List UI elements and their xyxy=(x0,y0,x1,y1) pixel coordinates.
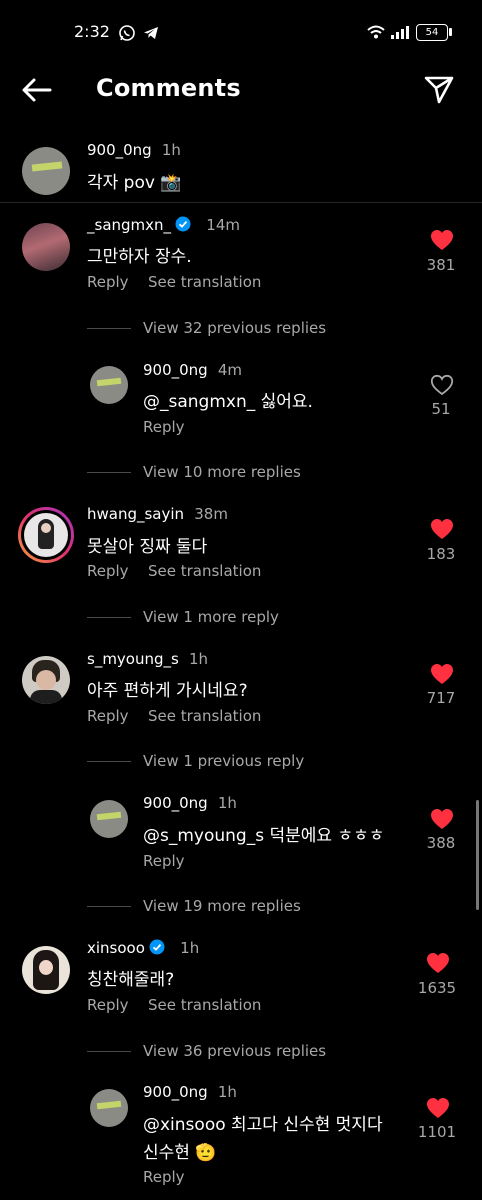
reply-header: 900_0ng 1h xyxy=(143,793,237,812)
battery-tip xyxy=(449,28,452,36)
comment-username[interactable]: hwang_sayin xyxy=(87,505,184,523)
avatar-sticker xyxy=(96,1100,122,1110)
like-count: 183 xyxy=(426,545,456,563)
avatar-sticker xyxy=(96,811,122,821)
reply-avatar[interactable] xyxy=(90,1089,128,1127)
reply-time: 4m xyxy=(217,361,243,379)
reply-time: 1h xyxy=(217,794,237,812)
view-previous-replies[interactable]: View 1 previous reply xyxy=(143,752,304,770)
reply-button[interactable]: Reply xyxy=(87,996,129,1014)
reply-text-line2: 신수현 🫡 xyxy=(143,1143,217,1163)
like-count: 51 xyxy=(431,400,451,418)
comment-avatar xyxy=(24,513,68,557)
wifi-icon xyxy=(367,25,385,39)
avatar-sticker xyxy=(31,161,63,172)
telegram-icon xyxy=(144,27,158,39)
comment-avatar-story-ring[interactable] xyxy=(18,507,74,563)
view-more-replies[interactable]: View 1 more reply xyxy=(143,608,279,626)
see-translation-button[interactable]: See translation xyxy=(148,562,261,580)
view-more-replies[interactable]: View 10 more replies xyxy=(143,463,301,481)
send-icon[interactable] xyxy=(422,72,456,106)
reply-button[interactable]: Reply xyxy=(87,562,129,580)
caption-header: 900_0ng 1h xyxy=(87,140,181,159)
reply-avatar[interactable] xyxy=(90,800,128,838)
heart-outline-icon[interactable] xyxy=(430,374,454,396)
comment-avatar[interactable] xyxy=(22,656,70,704)
caption-text: 각자 pov 📸 xyxy=(87,173,182,193)
like-count: 388 xyxy=(426,834,456,852)
reply-header: 900_0ng 4m xyxy=(143,360,242,379)
whatsapp-icon xyxy=(119,25,135,41)
see-translation-button[interactable]: See translation xyxy=(148,707,261,725)
heart-filled-icon[interactable] xyxy=(426,952,450,974)
heart-filled-icon[interactable] xyxy=(430,229,454,251)
comment-text: 칭찬해줄래? xyxy=(87,970,175,990)
see-translation-button[interactable]: See translation xyxy=(148,273,261,291)
reply-text-line1: @xinsooo 최고다 신수현 멋지다 xyxy=(143,1115,383,1135)
reply-button[interactable]: Reply xyxy=(87,707,129,725)
scrollbar[interactable] xyxy=(476,800,479,910)
reply-button[interactable]: Reply xyxy=(87,273,129,291)
caption-avatar[interactable] xyxy=(22,147,70,195)
verified-badge-icon xyxy=(149,939,165,955)
comment-avatar[interactable] xyxy=(22,946,70,994)
view-line xyxy=(87,906,131,907)
comment-time: 38m xyxy=(194,505,228,523)
verified-badge-icon xyxy=(175,216,191,232)
reply-button[interactable]: Reply xyxy=(143,852,185,870)
caption-username[interactable]: 900_0ng xyxy=(87,141,152,159)
like-count: 381 xyxy=(426,256,456,274)
battery-level: 54 xyxy=(425,27,439,38)
comment-time: 1h xyxy=(180,939,200,957)
comment-time: 14m xyxy=(206,216,240,234)
reply-header: 900_0ng 1h xyxy=(143,1082,237,1101)
status-time: 2:32 xyxy=(74,22,110,41)
reply-username[interactable]: 900_0ng xyxy=(143,794,208,812)
avatar-sticker xyxy=(96,377,122,387)
comment-username[interactable]: s_myoung_s xyxy=(87,650,179,668)
reply-button[interactable]: Reply xyxy=(143,418,185,436)
view-line xyxy=(87,617,131,618)
view-line xyxy=(87,1051,131,1052)
caption-time: 1h xyxy=(161,141,181,159)
comment-username[interactable]: _sangmxn_ xyxy=(87,216,171,234)
reply-button[interactable]: Reply xyxy=(143,1168,185,1186)
comment-time: 1h xyxy=(189,650,209,668)
comment-text: 아주 편하게 가시네요? xyxy=(87,681,248,701)
battery-icon: 54 xyxy=(416,24,448,41)
reply-username[interactable]: 900_0ng xyxy=(143,361,208,379)
comment-header: _sangmxn_ 14m xyxy=(87,215,240,234)
heart-filled-icon[interactable] xyxy=(430,663,454,685)
see-translation-button[interactable]: See translation xyxy=(148,996,261,1014)
view-previous-replies[interactable]: View 32 previous replies xyxy=(143,319,326,337)
view-line xyxy=(87,328,131,329)
comment-username[interactable]: xinsooo xyxy=(87,939,145,957)
view-line xyxy=(87,472,131,473)
signal-icon xyxy=(391,26,409,39)
caption-divider xyxy=(0,202,482,203)
like-count: 1635 xyxy=(417,979,457,997)
comment-header: hwang_sayin 38m xyxy=(87,504,228,523)
reply-text: @s_myoung_s 덕분에요 ㅎㅎㅎ xyxy=(143,826,385,846)
reply-avatar[interactable] xyxy=(90,366,128,404)
reply-text: @_sangmxn_ 싫어요. xyxy=(143,392,313,412)
view-more-replies[interactable]: View 19 more replies xyxy=(143,897,301,915)
back-arrow-icon[interactable] xyxy=(20,76,54,104)
comment-text: 못살아 징짜 둘다 xyxy=(87,537,208,557)
reply-time: 1h xyxy=(217,1083,237,1101)
heart-filled-icon[interactable] xyxy=(430,518,454,540)
view-previous-replies[interactable]: View 36 previous replies xyxy=(143,1042,326,1060)
comment-text: 그만하자 장수. xyxy=(87,247,192,267)
page-title: Comments xyxy=(96,74,241,102)
like-count: 717 xyxy=(426,689,456,707)
comment-header: s_myoung_s 1h xyxy=(87,649,208,668)
view-line xyxy=(87,761,131,762)
comment-header: xinsooo 1h xyxy=(87,938,199,957)
heart-filled-icon[interactable] xyxy=(426,1097,450,1119)
like-count: 1101 xyxy=(417,1123,457,1141)
heart-filled-icon[interactable] xyxy=(430,808,454,830)
comment-avatar[interactable] xyxy=(22,223,70,271)
reply-username[interactable]: 900_0ng xyxy=(143,1083,208,1101)
